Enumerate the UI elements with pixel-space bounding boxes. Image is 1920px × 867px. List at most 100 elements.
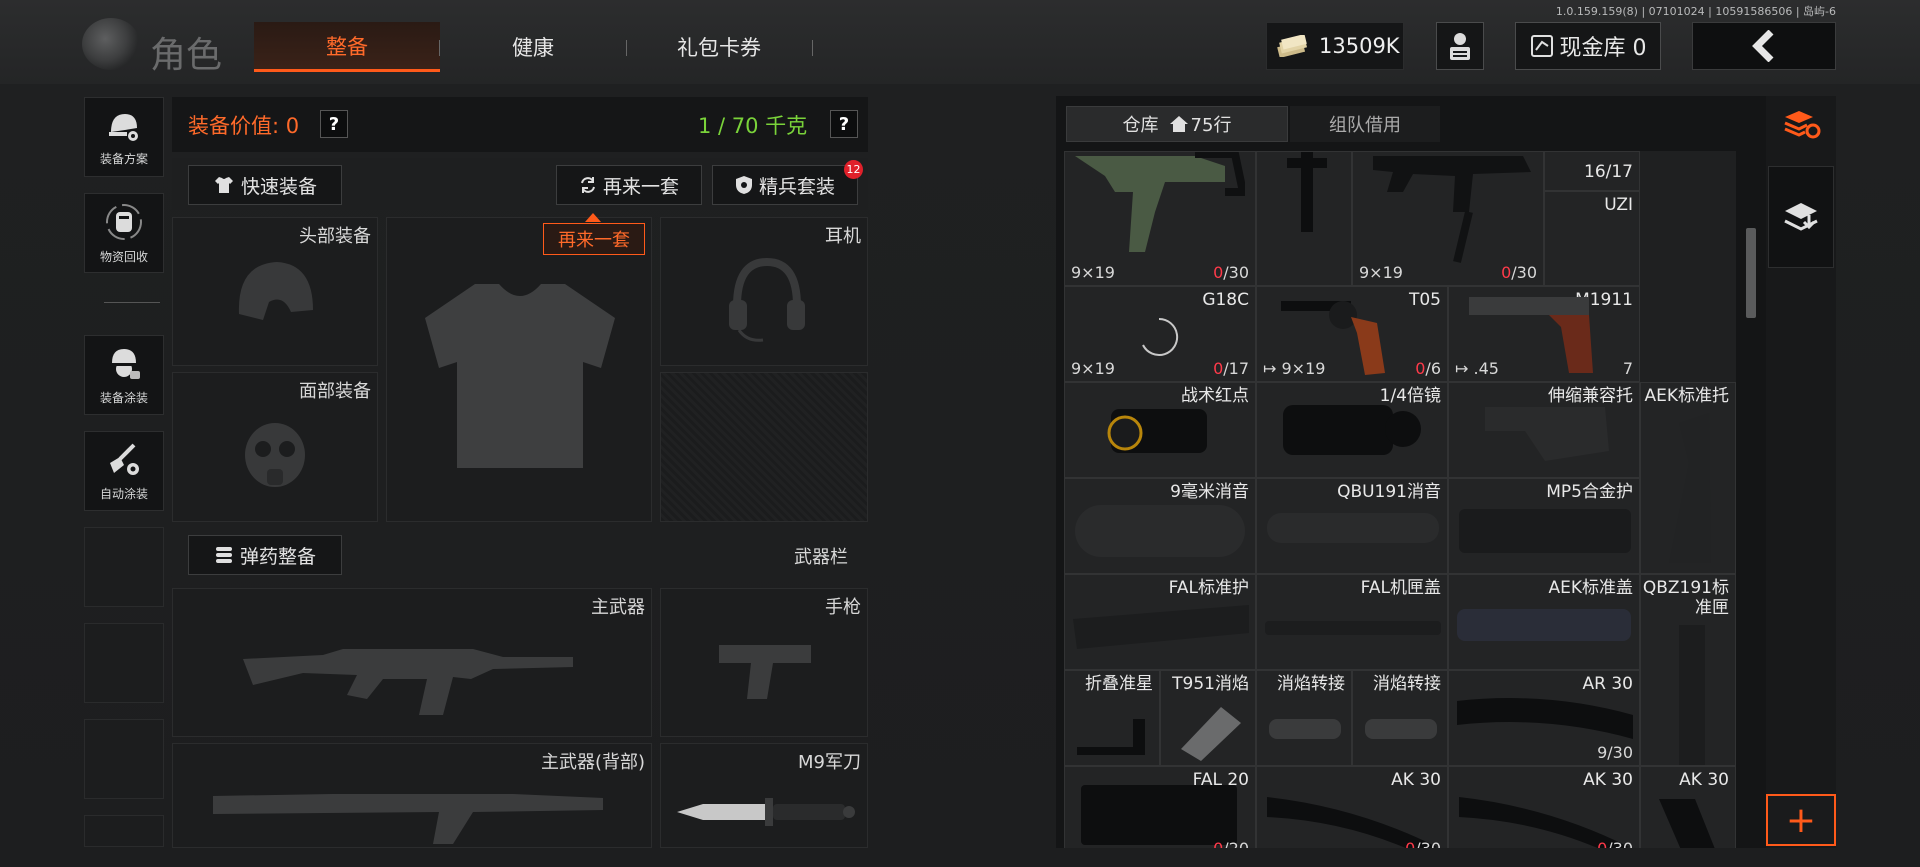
inventory-item-qbz191-receiver[interactable]: QBZ191标准匣 (1640, 574, 1736, 766)
face-slot[interactable]: 面部装备 (172, 372, 378, 522)
helmet-gear-icon (109, 113, 138, 141)
inventory-item-4x-scope[interactable]: 1/4倍镜 (1256, 382, 1448, 478)
inventory-item-folding-sight[interactable]: 折叠准星 (1064, 670, 1160, 766)
inventory-item-qbu191-suppressor[interactable]: QBU191消音 (1256, 478, 1448, 574)
handguard-icon (1073, 605, 1249, 649)
inventory-item-ak30-magazine[interactable]: AK 30 0/30 (1256, 766, 1448, 848)
sidebar-item-label: 物资回收 (99, 249, 148, 264)
inventory-item-ak30-magazine[interactable]: AK 30 0/30 (1448, 766, 1640, 848)
inventory-item-flash-adapter[interactable]: 消焰转接 (1352, 670, 1448, 766)
inventory-item-ak30-magazine[interactable]: AK 30 (1640, 766, 1736, 848)
page-title: 角色 (150, 35, 223, 76)
sidebar-item-auto-paint[interactable]: 自动涂装 (84, 431, 164, 511)
item-name: AEK标准盖 (1548, 578, 1633, 598)
sidebar-empty-slot (84, 815, 164, 847)
inventory-scrollbar[interactable] (1746, 228, 1756, 318)
head-slot-label: 头部装备 (299, 226, 371, 247)
operator-icon (1450, 33, 1470, 60)
item-ammo-count: 0/17 (1213, 359, 1249, 378)
item-name: 9毫米消音 (1170, 482, 1249, 502)
dust-cover-icon (1265, 621, 1441, 635)
money-amount: 13509K (1319, 34, 1400, 58)
inventory-item-t05[interactable]: T05 ↦ 9×19 0/6 (1256, 286, 1448, 382)
money-display: 13509K (1266, 22, 1404, 70)
body-armor-slot[interactable] (386, 217, 652, 522)
adapter-icon (1365, 719, 1437, 739)
inventory-item-9mm-suppressor[interactable]: 9毫米消音 (1064, 478, 1256, 574)
tab-health[interactable]: 健康 (440, 22, 626, 72)
sidebar-item-gear-paint[interactable]: 装备涂装 (84, 335, 164, 415)
knife-slot[interactable]: M9军刀 (660, 743, 868, 848)
inventory-item-mp5-handguard[interactable]: MP5合金护 (1448, 478, 1640, 574)
again-set-button[interactable]: 再来一套 (556, 165, 702, 205)
inventory-item-fal-handguard[interactable]: FAL标准护 (1064, 574, 1256, 670)
sidebar-item-loadout-plan[interactable]: 装备方案 (84, 97, 164, 177)
aek-stock-icon (1669, 413, 1711, 563)
primary-back-label: 主武器(背部) (540, 752, 645, 773)
m9-knife-icon (677, 798, 855, 826)
tab-warehouse[interactable]: 仓库 75行 (1066, 106, 1288, 142)
inventory-item-magazine-count[interactable]: 16/17 (1544, 151, 1640, 191)
elite-set-button[interactable]: 精兵套装 (712, 165, 858, 205)
inventory-item-vector-smg[interactable]: 9×19 0/30 (1064, 151, 1256, 286)
inventory-item-aek-stock[interactable]: AEK标准托 (1640, 382, 1736, 574)
item-caliber: ↦ .45 (1455, 359, 1499, 378)
inventory-item-stock[interactable] (1256, 151, 1352, 286)
add-button[interactable]: + (1766, 794, 1836, 846)
sidebar-item-recycle[interactable]: 物资回收 (84, 193, 164, 273)
elite-set-label: 精兵套装 (758, 175, 835, 198)
magazine-icon (1659, 799, 1715, 848)
item-name: MP5合金护 (1546, 482, 1633, 502)
inventory-item-uzi-top[interactable]: UZI (1544, 191, 1640, 286)
cash-vault-button[interactable]: 现金库 0 (1515, 22, 1661, 70)
earphone-slot-label: 耳机 (825, 226, 861, 247)
item-name: 折叠准星 (1085, 674, 1153, 694)
ammo-prep-button[interactable]: 弹药整备 (188, 535, 342, 575)
item-name: 16/17 (1584, 162, 1633, 182)
inventory-item-fal-dust-cover[interactable]: FAL机匣盖 (1256, 574, 1448, 670)
earphone-slot[interactable]: 耳机 (660, 217, 868, 366)
item-ammo-count: 0/30 (1597, 839, 1633, 848)
layers-download-icon (1784, 203, 1818, 231)
tab-gift-coupons[interactable]: 礼包卡券 (626, 22, 812, 72)
inventory-item-t951-flash-hider[interactable]: T951消焰 (1160, 670, 1256, 766)
operator-button[interactable] (1436, 22, 1484, 70)
inventory-item-ar30-magazine[interactable]: AR 30 9/30 (1448, 670, 1640, 766)
magazine-icon (1457, 698, 1633, 739)
head-slot[interactable]: 头部装备 (172, 217, 378, 366)
vector-smg-icon (1075, 152, 1245, 252)
inventory-item-g18c[interactable]: G18C 9×19 0/17 (1064, 286, 1256, 382)
gas-mask-silhouette-icon (245, 423, 305, 487)
pistol-label: 手枪 (825, 597, 861, 618)
sort-refresh-button[interactable] (1778, 104, 1824, 144)
back-button[interactable] (1692, 22, 1836, 70)
red-dot-sight-icon (1107, 409, 1207, 453)
pistol-slot[interactable]: 手枪 (660, 588, 868, 737)
home-icon (1169, 116, 1188, 132)
item-ammo-count: 7 (1622, 359, 1633, 378)
gear-value-help-icon[interactable]: ? (320, 110, 348, 138)
inventory-item-m1911[interactable]: M1911 ↦ .45 7 (1448, 286, 1640, 382)
inventory-item-telescopic-stock[interactable]: 伸缩兼容托 (1448, 382, 1640, 478)
inventory-item-flash-adapter[interactable]: 消焰转接 (1256, 670, 1352, 766)
sidebar-empty-slot (84, 623, 164, 703)
primary-back-slot[interactable]: 主武器(背部) (172, 743, 652, 848)
brush-gear-icon (110, 443, 139, 475)
inventory-grid: 9×19 0/30 9×19 0/30 16/17 UZI 0/0 (1064, 151, 1736, 848)
tab-team-borrow[interactable]: 组队借用 (1290, 106, 1440, 142)
weight-help-icon[interactable]: ? (830, 110, 858, 138)
inventory-item-fal20-magazine[interactable]: FAL 20 0/20 (1064, 766, 1256, 848)
headset-silhouette-icon (729, 257, 805, 342)
quick-equip-button[interactable]: 快速装备 (188, 165, 342, 205)
item-name: T951消焰 (1172, 674, 1249, 694)
inventory-item-mp5[interactable]: 9×19 0/30 (1352, 151, 1544, 286)
stock-icon (1287, 152, 1327, 232)
stash-layers-button[interactable] (1768, 166, 1834, 268)
inventory-item-tactical-red-dot[interactable]: 战术红点 (1064, 382, 1256, 478)
item-name: QBU191消音 (1337, 482, 1441, 502)
sidebar-divider (104, 302, 160, 303)
inventory-item-aek-dust-cover[interactable]: AEK标准盖 (1448, 574, 1640, 670)
primary-weapon-slot[interactable]: 主武器 (172, 588, 652, 737)
tab-gear[interactable]: 整备 (254, 22, 440, 72)
sidebar-item-label: 装备方案 (99, 151, 148, 166)
